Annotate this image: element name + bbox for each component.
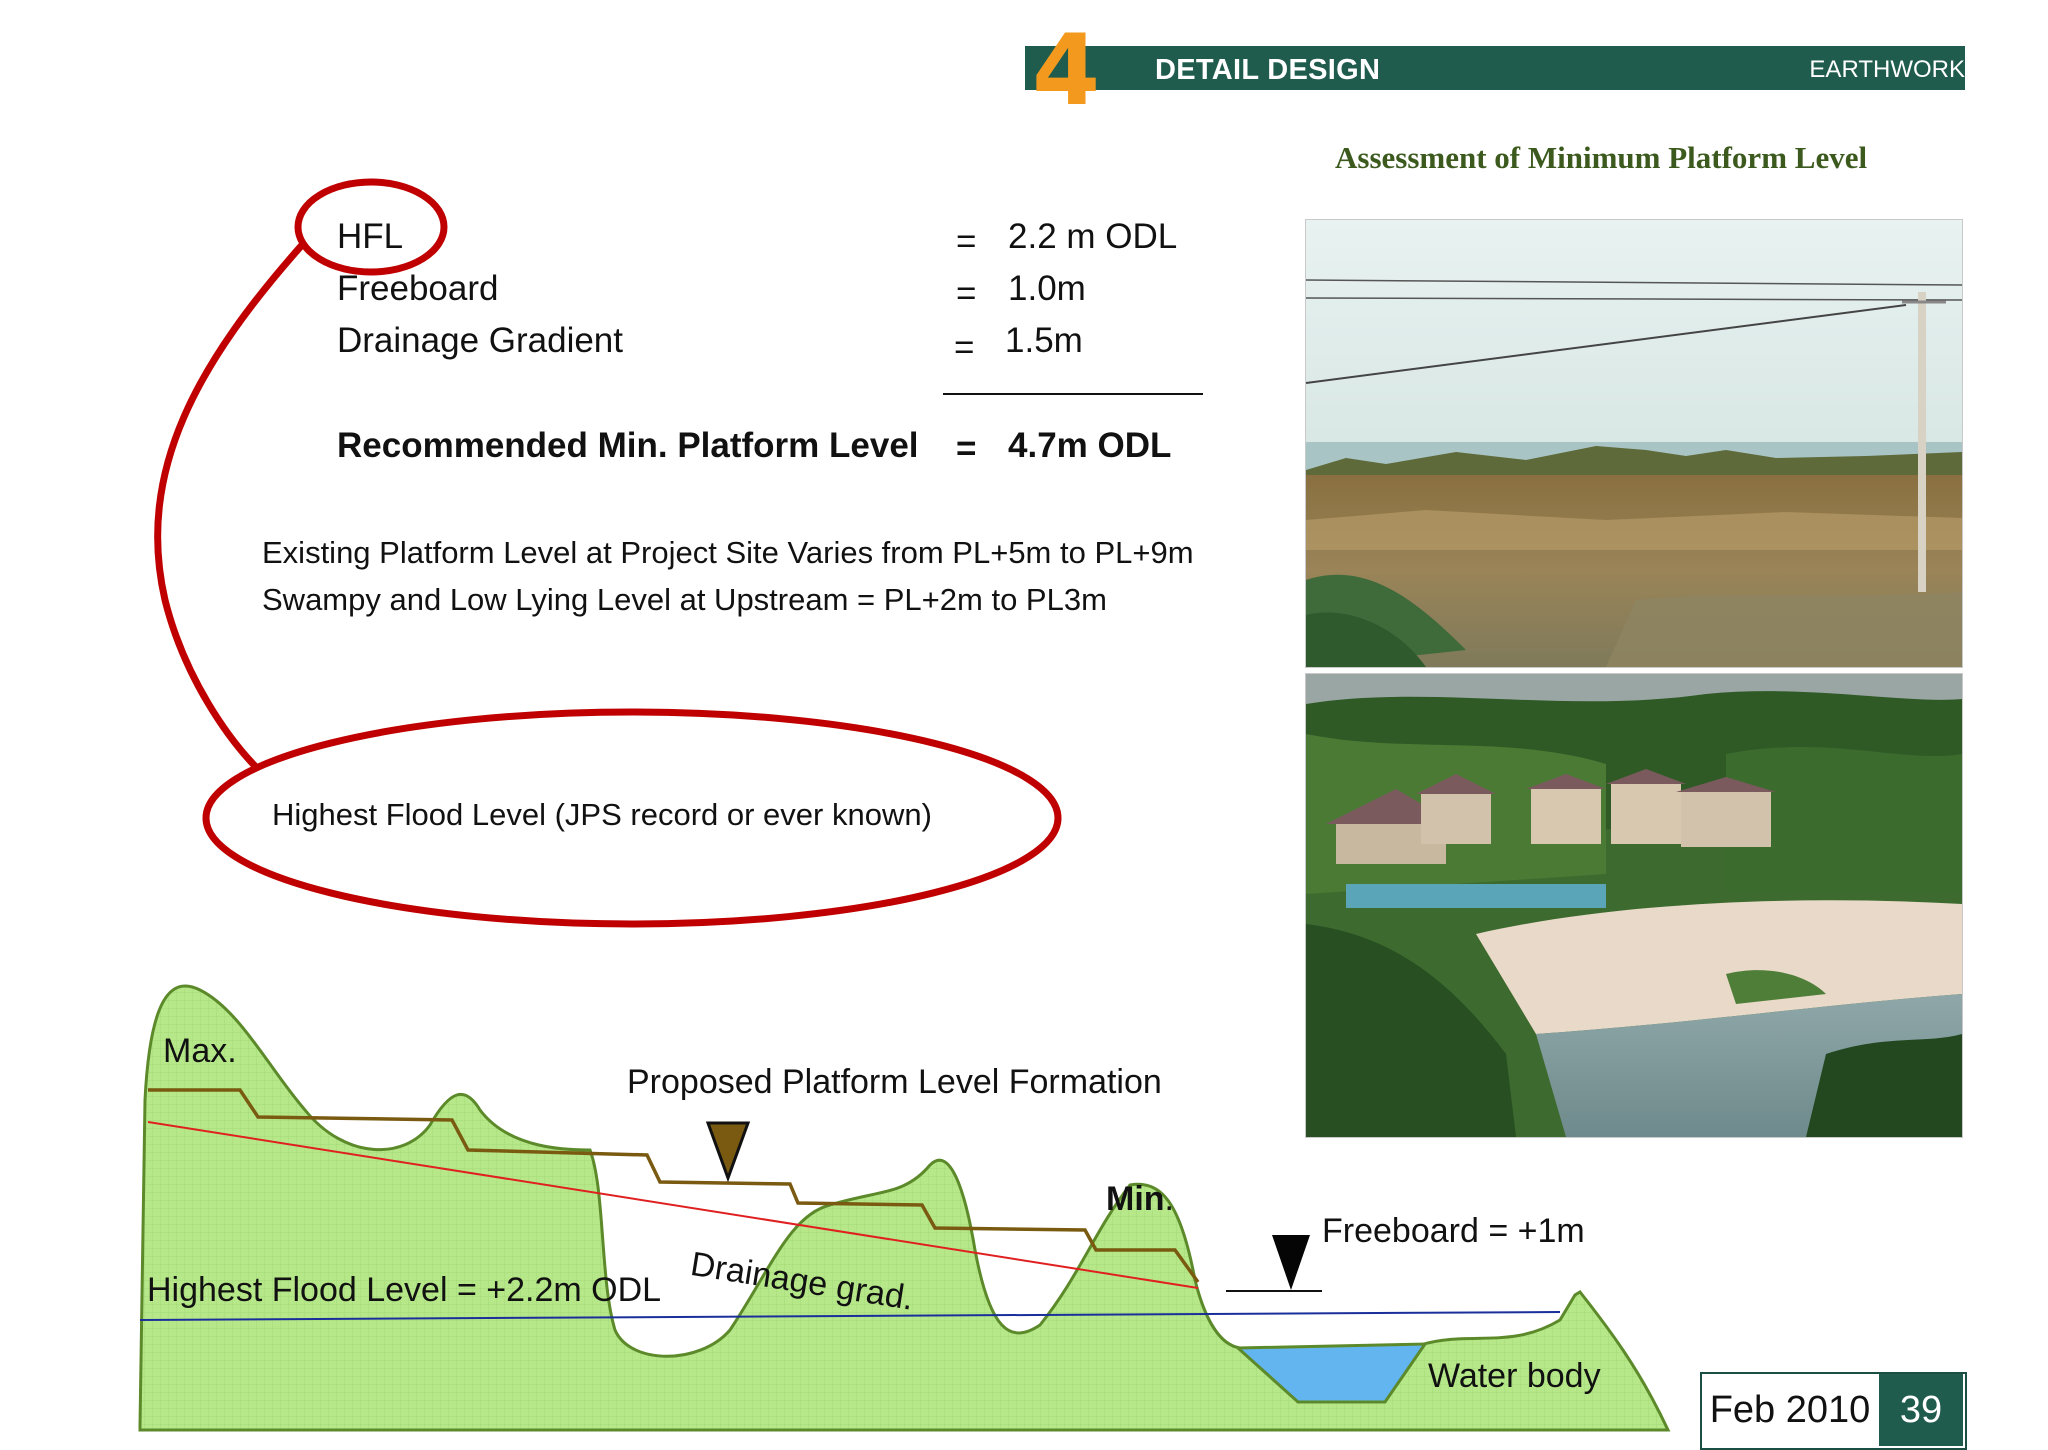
platform-marker-icon bbox=[705, 1121, 751, 1183]
max-label: Max. bbox=[163, 1032, 237, 1070]
footer-date: Feb 2010 bbox=[1709, 1389, 1871, 1431]
min-label-dot: . bbox=[1164, 1180, 1174, 1218]
hfl-level-label: Highest Flood Level = +2.2m ODL bbox=[147, 1271, 662, 1309]
min-label: Min. bbox=[1106, 1180, 1174, 1219]
header-section: EARTHWORK bbox=[1809, 56, 1965, 83]
water-body-label: Water body bbox=[1428, 1357, 1601, 1395]
page-number: 39 bbox=[1879, 1374, 1963, 1446]
freeboard-level-label: Freeboard = +1m bbox=[1322, 1212, 1585, 1250]
proposed-platform-label: Proposed Platform Level Formation bbox=[627, 1063, 1162, 1101]
freeboard-marker-icon bbox=[1272, 1235, 1310, 1290]
min-label-text: Min bbox=[1106, 1180, 1165, 1218]
